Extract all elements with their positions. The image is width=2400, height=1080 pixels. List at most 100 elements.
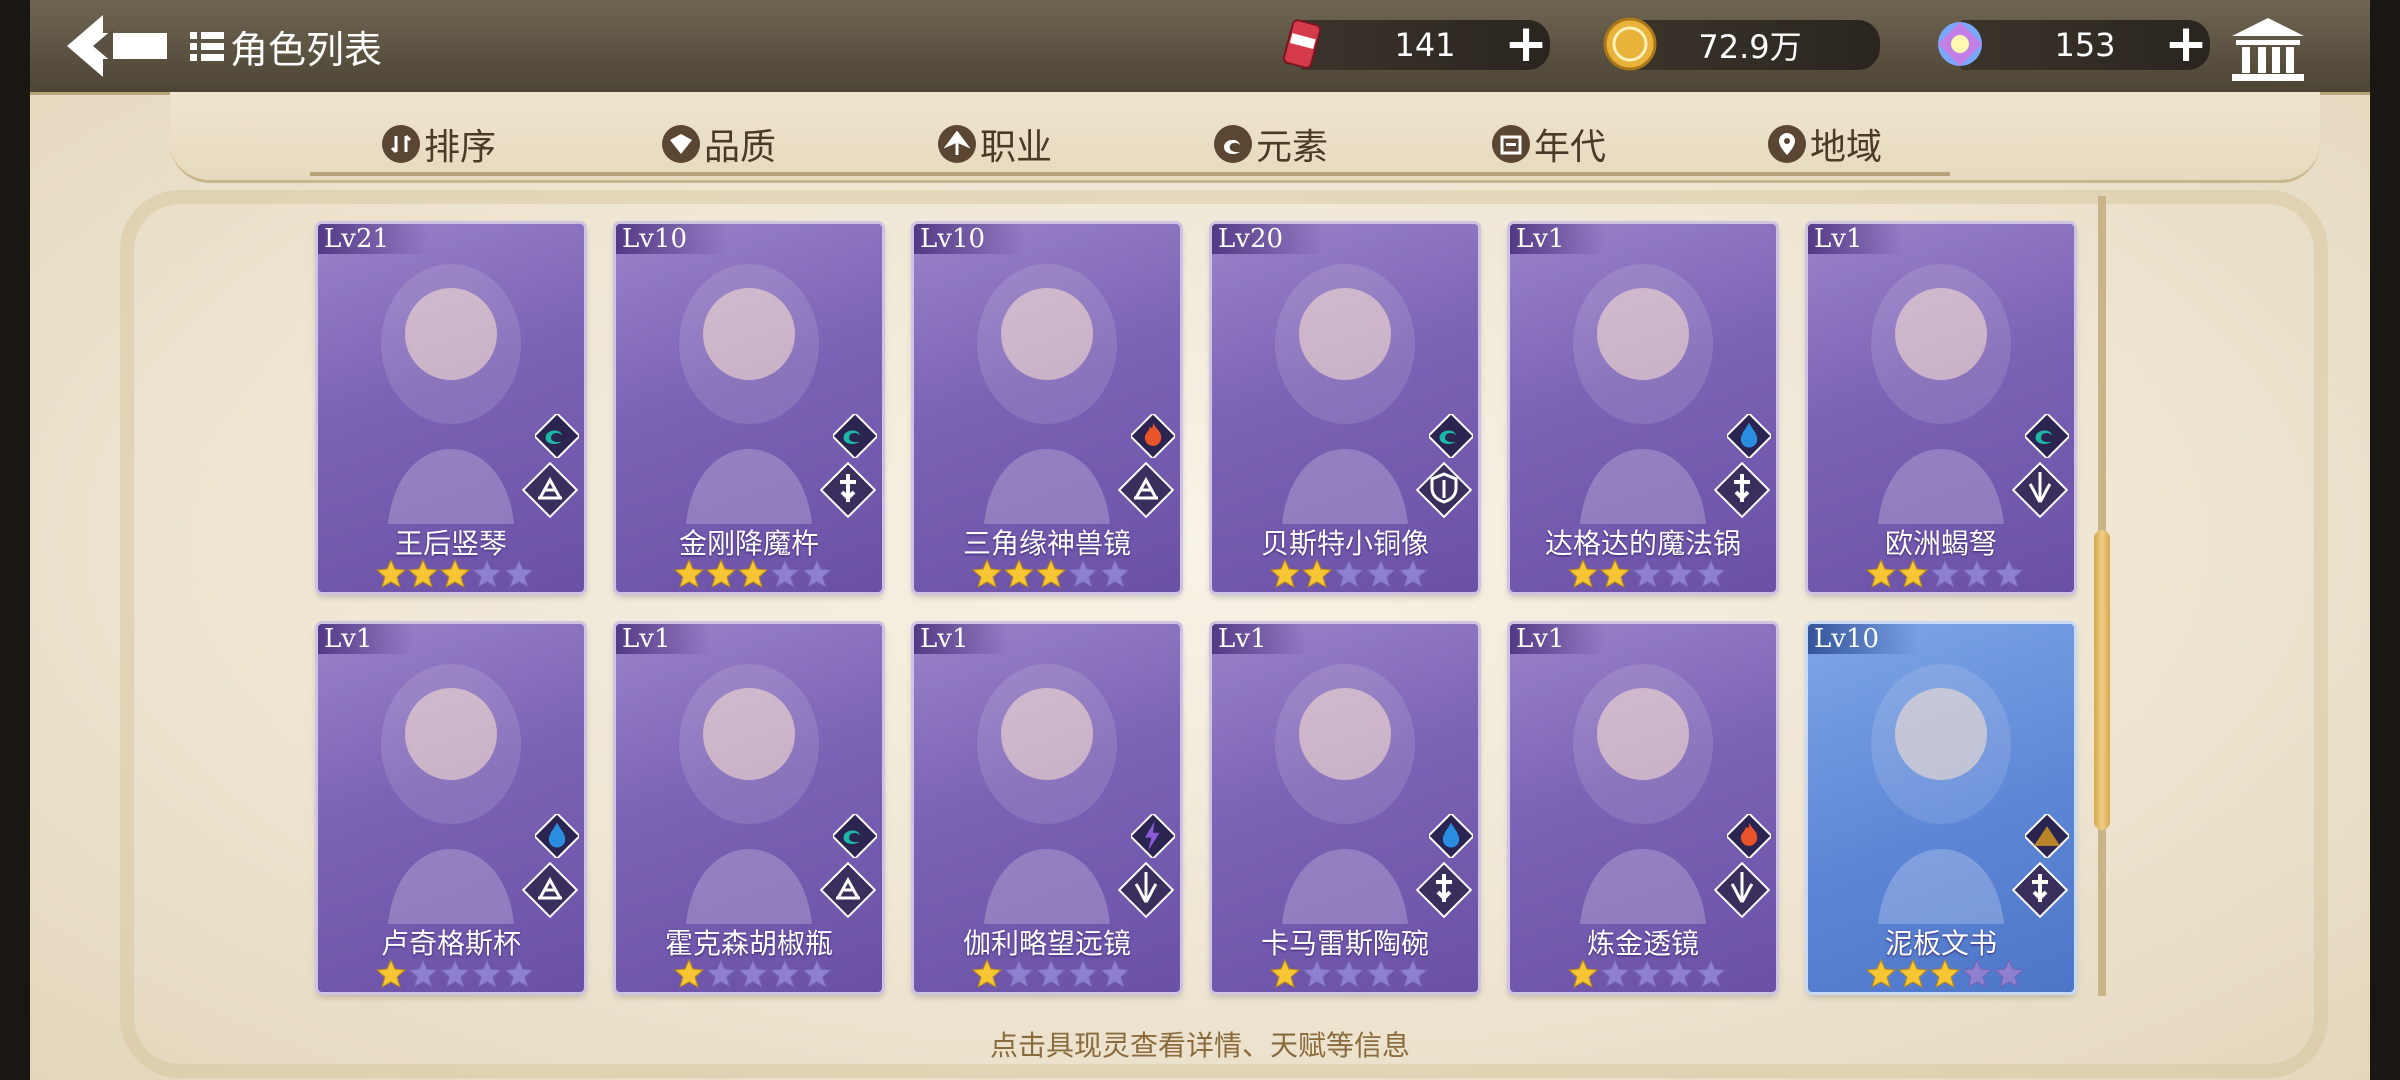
- fire-element-icon: [1131, 414, 1175, 458]
- star-rating: [1866, 958, 2024, 988]
- class-icon: [938, 125, 976, 163]
- character-card[interactable]: Lv21 王后竖琴: [318, 224, 584, 592]
- level-badge: Lv1: [616, 624, 711, 654]
- character-card[interactable]: Lv1 达格达的魔法锅: [1510, 224, 1776, 592]
- tab-element[interactable]: 元素: [1214, 116, 1328, 172]
- star-empty-icon: [1994, 558, 2024, 588]
- star-filled-icon: [440, 558, 470, 588]
- level-badge: Lv20: [1212, 224, 1324, 254]
- star-empty-icon: [1036, 958, 1066, 988]
- character-name: 金刚降魔杵: [678, 527, 819, 560]
- page-title: 角色列表: [230, 27, 383, 72]
- star-rating: [376, 958, 534, 988]
- add-energy-button[interactable]: +: [1502, 18, 1550, 70]
- healer-class-icon: [1416, 862, 1472, 918]
- star-empty-icon: [1302, 958, 1332, 988]
- tab-era[interactable]: 年代: [1492, 116, 1606, 172]
- level-badge: Lv10: [914, 224, 1026, 254]
- character-name: 泥板文书: [1884, 927, 1997, 960]
- star-empty-icon: [408, 958, 438, 988]
- star-filled-icon: [674, 958, 704, 988]
- star-filled-icon: [408, 558, 438, 588]
- star-rating: [674, 558, 832, 588]
- character-name: 伽利略望远镜: [962, 927, 1131, 960]
- water-element-icon: [535, 814, 579, 858]
- star-filled-icon: [972, 558, 1002, 588]
- tab-class[interactable]: 职业: [938, 116, 1052, 172]
- coin-icon: [1603, 17, 1657, 71]
- tab-location[interactable]: 地域: [1768, 116, 1882, 172]
- character-card[interactable]: Lv20 贝斯特小铜像: [1212, 224, 1478, 592]
- wind-element-icon: [833, 414, 877, 458]
- tab-sort-label: 排序: [424, 127, 497, 168]
- star-empty-icon: [504, 558, 534, 588]
- character-card[interactable]: Lv10 金刚降魔杵: [616, 224, 882, 592]
- right-letterbox: [2370, 0, 2400, 1080]
- thunder-element-icon: [1131, 814, 1175, 858]
- star-empty-icon: [1100, 558, 1130, 588]
- page-title-group: 角色列表: [190, 16, 382, 76]
- tab-sort[interactable]: 排序: [382, 116, 496, 172]
- star-empty-icon: [738, 958, 768, 988]
- character-card[interactable]: Lv1 炼金透镜: [1510, 624, 1776, 992]
- level-badge: Lv1: [318, 624, 413, 654]
- star-filled-icon: [1898, 958, 1928, 988]
- character-name: 霍克森胡椒瓶: [664, 927, 833, 960]
- museum-icon[interactable]: [2228, 14, 2308, 84]
- list-icon: [190, 32, 224, 61]
- healer-class-icon: [2012, 862, 2068, 918]
- character-card[interactable]: Lv1 霍克森胡椒瓶: [616, 624, 882, 992]
- star-empty-icon: [1962, 558, 1992, 588]
- star-filled-icon: [376, 958, 406, 988]
- hint-text: 点击具现灵查看详情、天赋等信息: [989, 1029, 1410, 1062]
- star-empty-icon: [1994, 958, 2024, 988]
- star-filled-icon: [1568, 958, 1598, 988]
- character-card[interactable]: Lv1 欧洲蝎弩: [1808, 224, 2074, 592]
- star-empty-icon: [1632, 558, 1662, 588]
- scholar-class-icon: [522, 862, 578, 918]
- star-empty-icon: [706, 958, 736, 988]
- star-filled-icon: [1866, 558, 1896, 588]
- wind-element-icon: [2025, 414, 2069, 458]
- character-name: 三角缘神兽镜: [962, 527, 1131, 560]
- character-card[interactable]: Lv10 泥板文书: [1808, 624, 2074, 992]
- level-badge: Lv21: [318, 224, 430, 254]
- character-card[interactable]: Lv1 卢奇格斯杯: [318, 624, 584, 992]
- star-filled-icon: [1004, 558, 1034, 588]
- star-empty-icon: [1334, 558, 1364, 588]
- star-empty-icon: [1068, 558, 1098, 588]
- star-filled-icon: [1898, 558, 1928, 588]
- star-filled-icon: [674, 558, 704, 588]
- star-empty-icon: [770, 958, 800, 988]
- star-empty-icon: [1004, 958, 1034, 988]
- location-icon: [1768, 125, 1806, 163]
- star-empty-icon: [802, 558, 832, 588]
- tab-quality-label: 品质: [704, 127, 777, 168]
- star-rating: [1270, 958, 1428, 988]
- scholar-class-icon: [522, 462, 578, 518]
- tab-element-label: 元素: [1256, 127, 1329, 168]
- back-button[interactable]: [58, 6, 178, 86]
- character-card[interactable]: Lv10 三角缘神兽镜: [914, 224, 1180, 592]
- character-card[interactable]: Lv1 卡马雷斯陶碗: [1212, 624, 1478, 992]
- character-name: 贝斯特小铜像: [1260, 527, 1429, 560]
- star-empty-icon: [440, 958, 470, 988]
- star-empty-icon: [1930, 558, 1960, 588]
- star-filled-icon: [1600, 558, 1630, 588]
- tab-class-label: 职业: [980, 127, 1053, 168]
- star-rating: [376, 558, 534, 588]
- star-filled-icon: [1270, 958, 1300, 988]
- tab-quality[interactable]: 品质: [662, 116, 776, 172]
- striker-class-icon: [1714, 862, 1770, 918]
- character-name: 王后竖琴: [394, 527, 507, 560]
- level-badge: Lv1: [1808, 224, 1903, 254]
- era-icon: [1492, 125, 1530, 163]
- add-gem-button[interactable]: +: [2162, 18, 2210, 70]
- star-filled-icon: [1302, 558, 1332, 588]
- scrollbar-thumb[interactable]: [2094, 530, 2110, 830]
- star-empty-icon: [472, 958, 502, 988]
- character-card[interactable]: Lv1 伽利略望远镜: [914, 624, 1180, 992]
- element-icon: [1214, 125, 1252, 163]
- back-arrow-icon: [67, 15, 167, 77]
- tab-era-label: 年代: [1534, 127, 1607, 168]
